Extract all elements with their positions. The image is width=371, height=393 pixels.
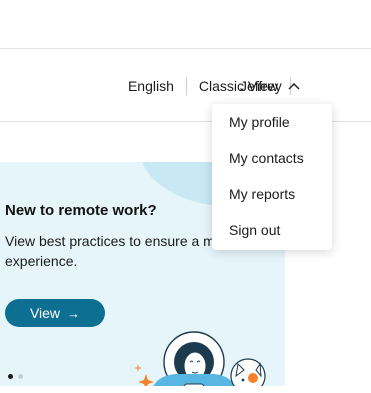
astronaut-illustration	[134, 331, 266, 386]
menu-item-sign-out[interactable]: Sign out	[229, 220, 280, 240]
menu-item-my-contacts[interactable]: My contacts	[229, 148, 304, 168]
language-selector[interactable]: English	[128, 78, 174, 94]
carousel-dot-2[interactable]	[18, 374, 23, 379]
chevron-up-icon	[288, 83, 300, 90]
user-menu-trigger[interactable]: Jeffrey	[240, 76, 300, 96]
carousel-indicators	[8, 374, 23, 379]
menu-item-my-reports[interactable]: My reports	[229, 184, 295, 204]
menu-item-my-profile[interactable]: My profile	[229, 112, 290, 132]
view-button[interactable]: View →	[5, 299, 105, 327]
view-button-label: View	[29, 305, 61, 321]
page: English Classic View Jeffrey New to remo…	[0, 0, 371, 393]
arrow-right-icon: →	[67, 305, 81, 321]
carousel-dot-1[interactable]	[8, 374, 13, 379]
cat-patch	[248, 373, 258, 383]
nav-separator	[185, 77, 187, 95]
top-divider	[0, 48, 371, 49]
sparkle-icon	[134, 364, 142, 372]
user-dropdown-menu: My profile My contacts My reports Sign o…	[212, 104, 332, 250]
banner-title: New to remote work?	[5, 202, 157, 219]
sparkle-icon	[138, 374, 154, 386]
user-name: Jeffrey	[240, 78, 282, 94]
